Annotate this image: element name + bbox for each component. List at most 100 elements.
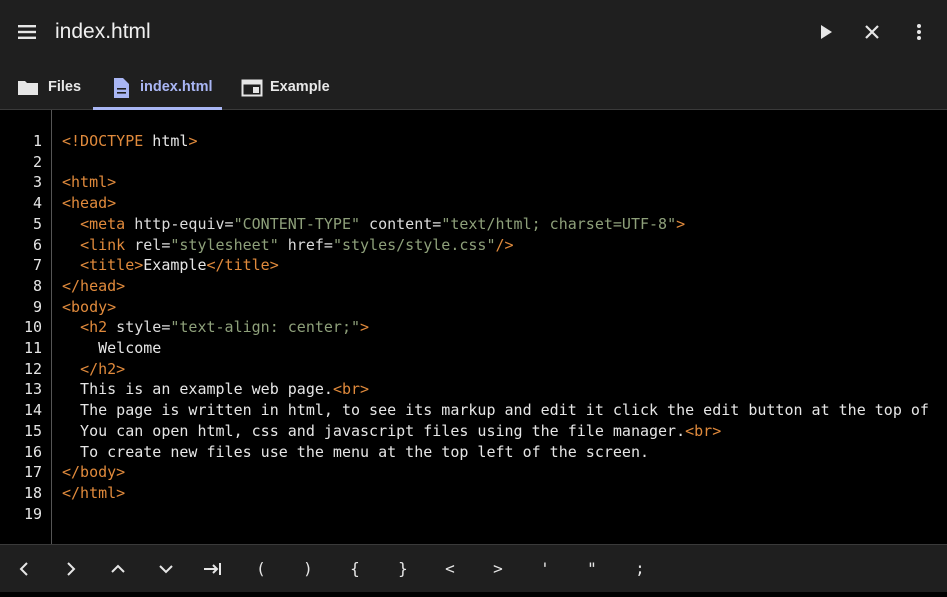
line-number: 11 — [23, 339, 42, 357]
arrow-down-key[interactable] — [146, 545, 186, 593]
arrow-up-key[interactable] — [98, 545, 138, 593]
code-line[interactable]: </h2> — [62, 359, 125, 380]
line-number: 10 — [23, 318, 42, 337]
line-number: 3 — [32, 173, 42, 192]
line-number: 1 — [32, 132, 42, 150]
web-preview-icon — [240, 76, 264, 100]
open-paren-key[interactable]: ( — [241, 545, 281, 593]
play-icon[interactable] — [812, 18, 840, 46]
code-token: Welcome — [62, 339, 162, 357]
code-line[interactable]: Welcome — [62, 338, 161, 359]
code-line[interactable]: <title>Example</title> — [62, 255, 279, 276]
code-line[interactable]: <head> — [62, 193, 116, 214]
single-quote-key[interactable]: ' — [525, 545, 565, 593]
code-editor[interactable]: 1 2 3 4 5 6 7 8 9 10 11 12 13 14 15 16 17 18 19 <!DOCTYPE … — [0, 110, 947, 544]
close-brace-key[interactable]: } — [383, 545, 423, 593]
code-line[interactable]: <h2 style="text-align: center;"> — [62, 317, 369, 338]
code-line[interactable]: You can open html, css and javascript fi… — [62, 421, 721, 442]
code-token: <h2 — [80, 318, 108, 337]
tab-label: Example — [270, 79, 330, 95]
code-token: Example — [143, 256, 207, 275]
code-token: "stylesheet" — [170, 235, 279, 254]
code-token: You can open html, css and javascript fi… — [62, 421, 686, 440]
code-token: <body> — [62, 297, 117, 316]
line-number: 16 — [23, 442, 42, 461]
code-token: The page is written in html, to see its … — [62, 401, 929, 420]
code-token: This is an example web page. — [62, 380, 333, 399]
tab-index-html[interactable]: index.html — [93, 64, 222, 110]
close-paren-key[interactable]: ) — [288, 545, 328, 593]
code-line[interactable]: </body> — [62, 462, 125, 483]
code-token: > — [676, 214, 686, 233]
code-line[interactable]: <body> — [62, 297, 116, 318]
semicolon-key[interactable]: ; — [620, 545, 660, 593]
line-number: 6 — [32, 235, 42, 254]
hamburger-menu-icon[interactable] — [14, 18, 42, 46]
code-token: "text/html; charset=UTF-8" — [441, 214, 677, 233]
line-number: 7 — [32, 256, 42, 275]
tab-example[interactable]: Example — [240, 64, 330, 110]
more-vert-icon[interactable] — [905, 18, 933, 46]
code-token: <meta — [80, 214, 126, 233]
line-number: 13 — [23, 380, 42, 399]
key-label: < — [445, 559, 455, 578]
app-bar: index.html Files index.html Example — [0, 0, 947, 110]
key-label: ( — [256, 559, 266, 578]
key-label: ) — [303, 559, 313, 578]
code-line[interactable]: <meta http-equiv="CONTENT-TYPE" content=… — [62, 214, 685, 235]
code-line[interactable]: <!DOCTYPE html> — [62, 131, 197, 152]
code-token: /> — [495, 235, 514, 254]
chevron-left-icon — [19, 562, 28, 576]
greater-than-key[interactable]: > — [478, 545, 518, 593]
tab-label: index.html — [140, 79, 213, 95]
key-label: ; — [635, 559, 645, 578]
code-token: <!DOCTYPE — [62, 132, 144, 150]
tab-bar: Files index.html Example — [0, 64, 947, 110]
chevron-down-icon — [159, 565, 173, 574]
open-brace-key[interactable]: { — [335, 545, 375, 593]
code-token: <br> — [685, 421, 722, 440]
key-label: " — [587, 559, 597, 578]
key-label: } — [398, 559, 408, 578]
code-token: href= — [278, 235, 333, 254]
line-number: 5 — [32, 214, 42, 233]
code-line[interactable]: This is an example web page.<br> — [62, 379, 369, 400]
key-label: { — [350, 559, 360, 578]
code-token: To create new files use the menu at the … — [62, 442, 649, 461]
arrow-right-key[interactable] — [51, 545, 91, 593]
line-number: 4 — [32, 194, 42, 213]
code-line[interactable]: The page is written in html, to see its … — [62, 400, 929, 421]
close-icon[interactable] — [858, 18, 886, 46]
code-token: > — [188, 132, 198, 150]
arrow-left-key[interactable] — [4, 545, 44, 593]
tab-files[interactable]: Files — [16, 64, 86, 110]
page-title: index.html — [55, 20, 151, 43]
code-token: </body> — [62, 463, 126, 482]
key-label: ' — [540, 559, 550, 578]
code-line[interactable]: </html> — [62, 483, 125, 504]
code-line[interactable]: <link rel="stylesheet" href="styles/styl… — [62, 235, 514, 256]
less-than-key[interactable]: < — [430, 545, 470, 593]
code-line[interactable]: </head> — [62, 276, 125, 297]
code-token: style= — [107, 318, 171, 337]
line-number: 8 — [32, 276, 42, 295]
code-line[interactable]: <html> — [62, 172, 116, 193]
double-quote-key[interactable]: " — [572, 545, 612, 593]
code-token: http-equiv= — [125, 214, 234, 233]
code-token: content= — [360, 214, 442, 233]
line-number: 2 — [32, 152, 42, 171]
line-number: 9 — [32, 297, 42, 316]
top-bar: index.html — [0, 0, 947, 64]
code-token: "CONTENT-TYPE" — [233, 214, 361, 233]
line-number: 18 — [23, 483, 42, 502]
key-label: > — [493, 559, 503, 578]
line-number: 15 — [23, 421, 42, 440]
code-token: </title> — [206, 256, 279, 275]
tab-key[interactable] — [193, 545, 233, 593]
chevron-right-icon — [67, 562, 76, 576]
code-line[interactable]: To create new files use the menu at the … — [62, 442, 649, 463]
